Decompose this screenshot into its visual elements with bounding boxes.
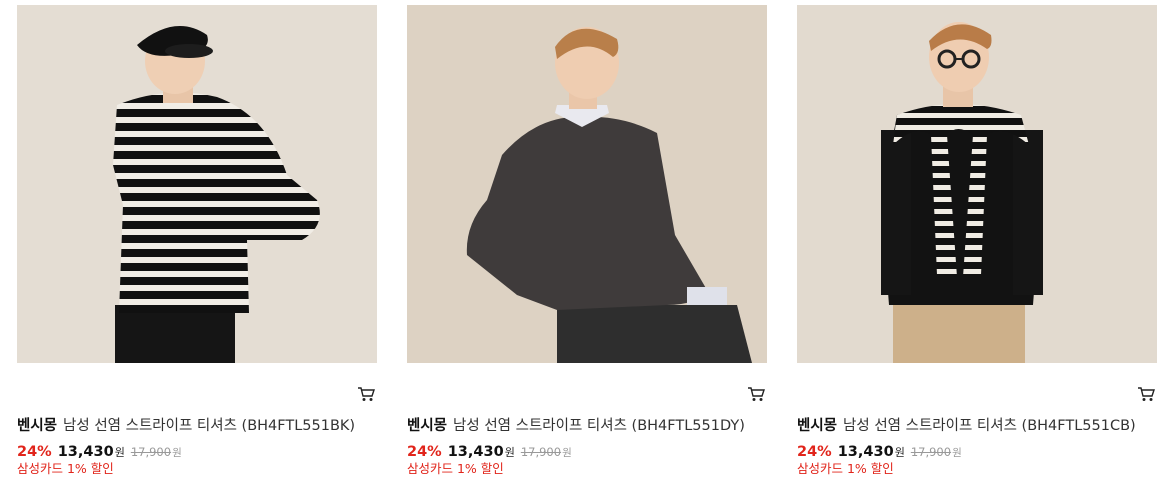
brand-name: 벤시몽 xyxy=(17,418,58,434)
original-price: 17,900 xyxy=(130,445,172,459)
sale-price-currency: 원 xyxy=(504,446,515,459)
product-name: 남성 선염 스트라이프 티셔츠 (BH4FTL551BK) xyxy=(63,418,356,434)
product-title[interactable]: 벤시몽 남성 선염 스트라이프 티셔츠 (BH4FTL551DY) xyxy=(407,416,767,436)
product-title[interactable]: 벤시몽 남성 선염 스트라이프 티셔츠 (BH4FTL551CB) xyxy=(797,416,1157,436)
cart-icon[interactable] xyxy=(357,386,375,402)
original-price-currency: 원 xyxy=(562,447,572,459)
discount-rate: 24% xyxy=(797,444,832,460)
product-card[interactable]: 벤시몽 남성 선염 스트라이프 티셔츠 (BH4FTL551BK) 24% 13,4… xyxy=(17,0,377,493)
card-promo: 삼성카드 1% 할인 xyxy=(407,461,504,476)
cart-icon[interactable] xyxy=(1137,386,1155,402)
product-photo-illustration xyxy=(407,5,767,363)
original-price: 17,900 xyxy=(910,445,952,459)
product-image[interactable] xyxy=(17,5,377,363)
brand-name: 벤시몽 xyxy=(797,418,838,434)
product-photo-illustration xyxy=(17,5,377,363)
discount-rate: 24% xyxy=(407,444,442,460)
sale-price: 13,430 xyxy=(57,444,114,460)
product-name: 남성 선염 스트라이프 티셔츠 (BH4FTL551CB) xyxy=(843,418,1136,434)
sale-price-currency: 원 xyxy=(894,446,905,459)
product-title[interactable]: 벤시몽 남성 선염 스트라이프 티셔츠 (BH4FTL551BK) xyxy=(17,416,377,436)
product-card[interactable]: 벤시몽 남성 선염 스트라이프 티셔츠 (BH4FTL551CB) 24% 13,4… xyxy=(797,0,1157,493)
sale-price: 13,430 xyxy=(837,444,894,460)
product-photo-illustration xyxy=(797,5,1157,363)
brand-name: 벤시몽 xyxy=(407,418,448,434)
product-name: 남성 선염 스트라이프 티셔츠 (BH4FTL551DY) xyxy=(453,418,745,434)
product-image[interactable] xyxy=(797,5,1157,363)
sale-price: 13,430 xyxy=(447,444,504,460)
sale-price-currency: 원 xyxy=(114,446,125,459)
card-promo: 삼성카드 1% 할인 xyxy=(17,461,114,476)
original-price-currency: 원 xyxy=(952,447,962,459)
original-price: 17,900 xyxy=(520,445,562,459)
cart-icon[interactable] xyxy=(747,386,765,402)
product-image[interactable] xyxy=(407,5,767,363)
product-grid: 벤시몽 남성 선염 스트라이프 티셔츠 (BH4FTL551BK) 24% 13,4… xyxy=(0,0,1172,493)
product-card[interactable]: 벤시몽 남성 선염 스트라이프 티셔츠 (BH4FTL551DY) 24% 13,4… xyxy=(407,0,767,493)
discount-rate: 24% xyxy=(17,444,52,460)
card-promo: 삼성카드 1% 할인 xyxy=(797,461,894,476)
original-price-currency: 원 xyxy=(172,447,182,459)
